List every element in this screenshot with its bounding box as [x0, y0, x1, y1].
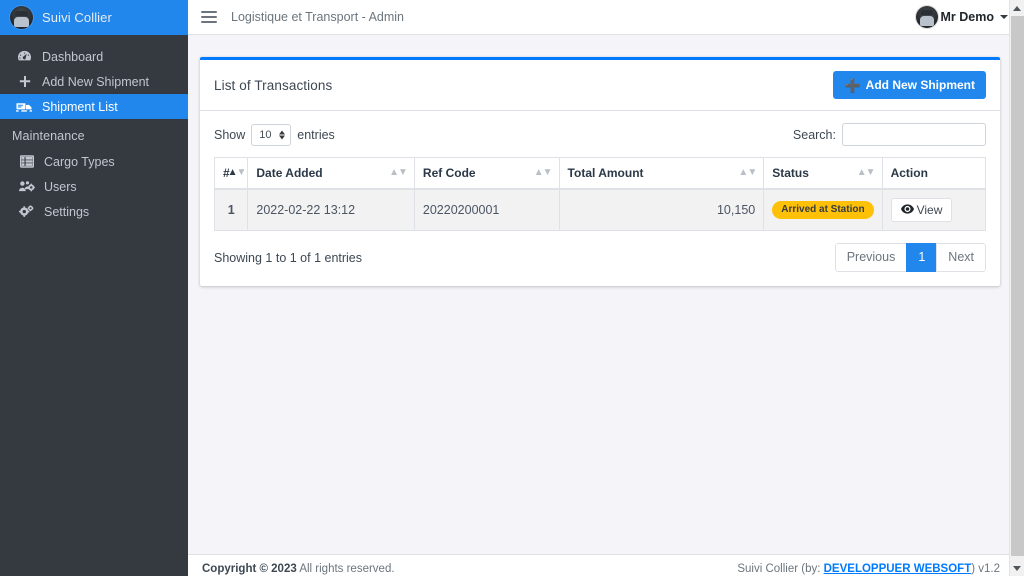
datatable-controls: Show 10 entries Search:: [214, 123, 986, 146]
sidebar-item-settings[interactable]: Settings: [0, 199, 188, 224]
sidebar-item-shipment-list[interactable]: Shipment List: [0, 94, 188, 119]
cell-date-added: 2022-02-22 13:12: [247, 188, 415, 231]
entries-select-wrap: 10: [251, 123, 292, 146]
sidebar-item-cargo-types[interactable]: Cargo Types: [0, 149, 188, 174]
scrollbar-thumb[interactable]: [1010, 16, 1024, 556]
pagination-page-1[interactable]: 1: [906, 243, 937, 272]
add-new-shipment-button[interactable]: ➕ Add New Shipment: [833, 71, 986, 99]
footer-copyright: Copyright © 2023 All rights reserved.: [202, 563, 395, 575]
sidebar-item-users[interactable]: Users: [0, 174, 188, 199]
cell-status: Arrived at Station: [763, 188, 883, 231]
show-label: Show: [214, 127, 246, 142]
footer-copyright-bold: Copyright © 2023: [202, 562, 297, 575]
user-avatar-icon: [915, 6, 938, 28]
brand-name: Suivi Collier: [42, 10, 112, 25]
table-row[interactable]: 1 2022-02-22 13:12 20220200001 10,150 Ar…: [213, 188, 987, 231]
column-header-total-amount[interactable]: Total Amount ▲ ▼: [559, 157, 765, 190]
sidebar-item-label: Users: [44, 179, 77, 194]
footer-copyright-rest: All rights reserved.: [299, 562, 395, 575]
sidebar-item-label: Settings: [44, 204, 90, 219]
pagination-previous[interactable]: Previous: [834, 243, 907, 272]
sidebar-item-label: Dashboard: [42, 49, 104, 64]
pagination: Previous 1 Next: [834, 243, 986, 272]
cell-ref-code: 20220200001: [413, 188, 560, 231]
brand-avatar-icon: [10, 6, 33, 29]
sidebar-item-label: Cargo Types: [44, 154, 115, 169]
app-root: Suivi Collier Dashboard Add New Shipment: [0, 0, 1024, 576]
footer-brand-link[interactable]: DEVELOPPUER WEBSOFT: [824, 563, 972, 575]
entries-select[interactable]: 10: [251, 123, 292, 146]
gears-icon: [18, 204, 35, 219]
column-label: Action: [890, 166, 928, 180]
sidebar-item-add-new-shipment[interactable]: Add New Shipment: [0, 69, 188, 94]
sidebar-brand[interactable]: Suivi Collier: [0, 0, 188, 35]
truck-icon: [16, 99, 33, 114]
plus-icon: [16, 74, 33, 89]
column-header-ref-code[interactable]: Ref Code ▲ ▼: [414, 157, 560, 190]
card-header: List of Transactions ➕ Add New Shipment: [200, 60, 1000, 111]
column-label: Date Added: [256, 166, 323, 180]
column-header-index[interactable]: # ▲ ▼: [213, 157, 249, 190]
column-header-status[interactable]: Status ▲ ▼: [763, 157, 883, 190]
entries-label: entries: [297, 127, 335, 142]
datatable-info: Showing 1 to 1 of 1 entries: [214, 250, 363, 265]
caret-down-icon: [1000, 15, 1008, 19]
table-body: 1 2022-02-22 13:12 20220200001 10,150 Ar…: [213, 188, 987, 231]
view-label: View: [916, 203, 943, 217]
column-header-action: Action: [882, 157, 987, 190]
cell-total-amount: 10,150: [558, 188, 765, 231]
view-button[interactable]: View: [890, 198, 953, 222]
column-label: Total Amount: [567, 166, 644, 180]
datatable-length: Show 10 entries: [214, 123, 335, 146]
cell-action: View: [881, 188, 987, 231]
scrollbar-up-arrow-icon[interactable]: [1009, 0, 1024, 16]
scrollbar-down-arrow-icon[interactable]: [1009, 560, 1024, 576]
top-navbar: Logistique et Transport - Admin Mr Demo: [188, 0, 1024, 35]
user-menu[interactable]: Mr Demo: [915, 6, 1010, 28]
column-label: Status: [772, 166, 809, 180]
add-new-shipment-label: Add New Shipment: [865, 78, 975, 92]
pagination-next[interactable]: Next: [936, 243, 986, 272]
page-content: List of Transactions ➕ Add New Shipment …: [188, 35, 1024, 576]
search-label: Search:: [792, 127, 836, 142]
column-header-date-added[interactable]: Date Added ▲ ▼: [247, 157, 415, 190]
transactions-table: # ▲ ▼ Date Added ▲ ▼ Ref Code ▲ ▼ Total …: [213, 157, 987, 231]
sidebar-item-label: Shipment List: [42, 99, 118, 114]
column-label: Ref Code: [422, 166, 476, 180]
sidebar: Suivi Collier Dashboard Add New Shipment: [0, 0, 188, 576]
page-footer: Copyright © 2023 All rights reserved. Su…: [188, 554, 1024, 576]
table-head: # ▲ ▼ Date Added ▲ ▼ Ref Code ▲ ▼ Total …: [213, 157, 987, 190]
footer-credit-suffix: ) v1.2: [971, 562, 1000, 575]
datatable-footer: Showing 1 to 1 of 1 entries Previous 1 N…: [214, 243, 986, 272]
sidebar-subnav: Cargo Types Users Settings: [0, 149, 188, 224]
sidebar-item-dashboard[interactable]: Dashboard: [0, 44, 188, 69]
cell-index: 1: [213, 188, 249, 231]
sidebar-item-label: Add New Shipment: [42, 74, 150, 89]
footer-credit-prefix: Suivi Collier (by:: [737, 562, 821, 575]
sidebar-nav: Dashboard Add New Shipment Shipment List…: [0, 35, 188, 576]
sidebar-section-maintenance: Maintenance: [12, 129, 85, 143]
card-body: Show 10 entries Search: # ▲ ▼ Date Added…: [200, 111, 1000, 286]
table-list-icon: [18, 154, 35, 169]
table-header-row: # ▲ ▼ Date Added ▲ ▼ Ref Code ▲ ▼ Total …: [213, 157, 987, 190]
card-title: List of Transactions: [214, 77, 333, 93]
content-column: Logistique et Transport - Admin Mr Demo …: [188, 0, 1024, 576]
datatable-filter: Search:: [793, 123, 986, 146]
search-input[interactable]: [842, 123, 986, 146]
users-cog-icon: [18, 179, 35, 194]
eye-icon: [900, 204, 914, 216]
scrollbar-track[interactable]: [1009, 16, 1024, 560]
footer-credit: Suivi Collier (by: DEVELOPPUER WEBSOFT) …: [737, 563, 1000, 575]
plus-icon: ➕: [844, 77, 861, 93]
hamburger-icon[interactable]: [201, 10, 217, 24]
page-title: Logistique et Transport - Admin: [231, 10, 405, 24]
transactions-card: List of Transactions ➕ Add New Shipment …: [200, 57, 1000, 286]
dashboard-icon: [16, 49, 33, 64]
browser-scrollbar[interactable]: [1009, 0, 1024, 576]
user-name: Mr Demo: [940, 10, 994, 24]
status-badge: Arrived at Station: [772, 201, 874, 219]
